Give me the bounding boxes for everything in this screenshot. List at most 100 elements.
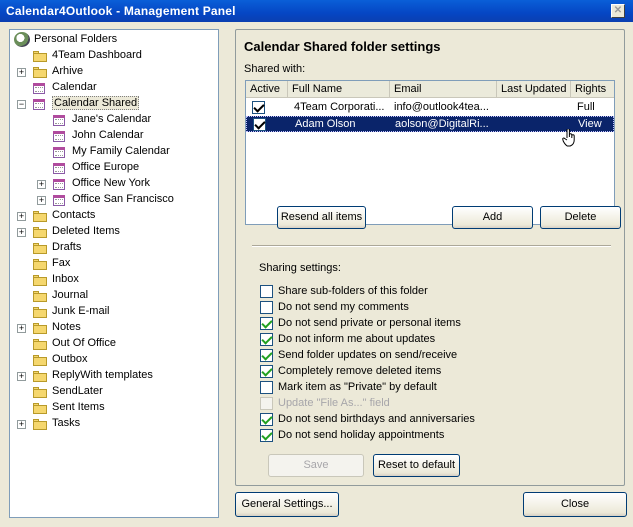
tree-item[interactable]: Journal [10,288,216,304]
tree-item[interactable]: Drafts [10,240,216,256]
tree-item[interactable]: + Office San Francisco [10,192,216,208]
column-last-updated[interactable]: Last Updated [497,81,571,98]
tree-item-label: 4Team Dashboard [52,49,142,61]
delete-button[interactable]: Delete [540,206,621,229]
option-checkbox[interactable] [260,301,273,314]
folder-icon [32,353,48,367]
list-header: Active Full Name Email Last Updated Righ… [246,81,614,98]
folder-icon [32,241,48,255]
tree-item-label: Personal Folders [34,33,118,45]
sharing-settings-label: Sharing settings: [259,262,341,274]
cell-email: aolson@DigitalRi... [395,118,489,130]
column-active[interactable]: Active [246,81,288,98]
option-label: Completely remove deleted items [278,365,442,377]
tree-item[interactable]: + Tasks [10,416,216,432]
column-email[interactable]: Email [390,81,497,98]
expand-icon[interactable]: + [17,68,26,77]
tree-item-label: ReplyWith templates [52,369,153,381]
option-checkbox[interactable] [260,365,273,378]
expand-icon[interactable]: + [37,196,46,205]
tree-item[interactable]: Calendar [10,80,216,96]
tree-root[interactable]: Personal Folders [12,32,212,48]
tree-item[interactable]: 4Team Dashboard [10,48,216,64]
active-checkbox[interactable] [252,101,265,114]
option-label: Do not send holiday appointments [278,429,445,441]
settings-group: Calendar Shared folder settings Shared w… [235,29,625,486]
close-button[interactable]: Close [523,492,627,517]
shared-with-list[interactable]: Active Full Name Email Last Updated Righ… [245,80,615,225]
cell-full-name: Adam Olson [295,118,356,130]
tree-item-label: Notes [52,321,81,333]
cell-rights: View [578,118,602,130]
tree-item[interactable]: Sent Items [10,400,216,416]
table-row[interactable]: Adam Olson aolson@DigitalRi... View [246,116,614,132]
calendar-icon [52,129,66,143]
tree-item[interactable]: + Arhive [10,64,216,80]
tree-item[interactable]: John Calendar [10,128,216,144]
cell-full-name: 4Team Corporati... [294,101,385,113]
shared-with-label: Shared with: [244,63,306,75]
tree-item[interactable]: My Family Calendar [10,144,216,160]
tree-item-label: Office New York [72,177,151,189]
expand-icon[interactable]: + [17,324,26,333]
option-checkbox[interactable] [260,285,273,298]
tree-item-label: Junk E-mail [52,305,110,317]
calendar-icon [52,177,66,191]
option-checkbox[interactable] [260,333,273,346]
tree-item[interactable]: − Calendar Shared [10,96,216,112]
folder-icon [32,401,48,415]
folder-icon [32,369,48,383]
option-label: Mark item as "Private" by default [278,381,437,393]
table-row[interactable]: 4Team Corporati... info@outlook4tea... Ful… [246,100,614,116]
tree-item[interactable]: Junk E-mail [10,304,216,320]
expand-icon[interactable]: + [37,180,46,189]
general-settings-button[interactable]: General Settings... [235,492,339,517]
reset-to-default-button[interactable]: Reset to default [373,454,460,477]
option-checkbox[interactable] [260,429,273,442]
option-checkbox[interactable] [260,413,273,426]
option-checkbox[interactable] [260,317,273,330]
tree-item[interactable]: Jane's Calendar [10,112,216,128]
tree-item[interactable]: Inbox [10,272,216,288]
save-button[interactable]: Save [268,454,364,477]
tree-item[interactable]: + Deleted Items [10,224,216,240]
personal-folders-icon [14,32,30,47]
option-label: Do not send birthdays and anniversaries [278,413,475,425]
tree-item-label: Calendar Shared [52,96,140,110]
tree-item-label: My Family Calendar [72,145,170,157]
active-checkbox[interactable] [253,118,266,131]
folder-icon [32,273,48,287]
calendar-icon [52,113,66,127]
add-button[interactable]: Add [452,206,533,229]
option-label: Do not inform me about updates [278,333,436,345]
tree-item-label: Calendar [52,81,97,93]
expand-icon[interactable]: + [17,420,26,429]
expand-icon[interactable]: + [17,212,26,221]
tree-item[interactable]: + Office New York [10,176,216,192]
tree-item[interactable]: + Contacts [10,208,216,224]
tree-item[interactable]: Out Of Office [10,336,216,352]
close-icon[interactable]: ✕ [611,4,625,18]
resend-all-items-button[interactable]: Resend all items [277,206,366,229]
option-checkbox[interactable] [260,397,273,410]
tree-item[interactable]: Outbox [10,352,216,368]
tree-item[interactable]: Office Europe [10,160,216,176]
tree-item[interactable]: Fax [10,256,216,272]
tree-item-label: Deleted Items [52,225,120,237]
option-label: Update "File As..." field [278,397,390,409]
expand-icon[interactable]: + [17,372,26,381]
folder-icon [32,49,48,63]
column-full-name[interactable]: Full Name [288,81,390,98]
column-rights[interactable]: Rights [571,81,614,98]
option-checkbox[interactable] [260,349,273,362]
expand-icon[interactable]: + [17,228,26,237]
tree-item[interactable]: + ReplyWith templates [10,368,216,384]
cell-rights: Full [577,101,595,113]
tree-item[interactable]: + Notes [10,320,216,336]
collapse-icon[interactable]: − [17,100,26,109]
folder-icon [32,385,48,399]
option-checkbox[interactable] [260,381,273,394]
tree-item-label: Out Of Office [52,337,116,349]
folder-tree[interactable]: Personal Folders 4Team Dashboard + Arhive Ca… [9,29,219,518]
tree-item[interactable]: SendLater [10,384,216,400]
